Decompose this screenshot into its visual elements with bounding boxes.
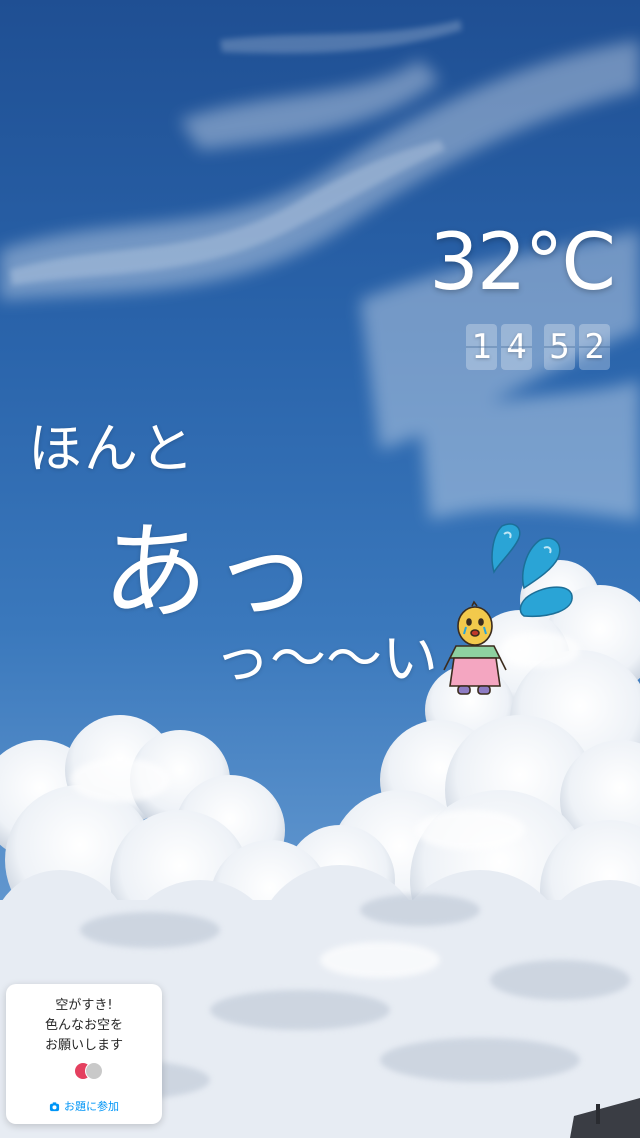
time-separator xyxy=(536,324,540,370)
question-line: お願いします xyxy=(44,1038,123,1053)
story-frame: 32°C 1 4 5 2 ほんと あっ っ〜〜い 空がすき! 色んなお空を お願… xyxy=(0,0,640,1138)
time-sticker: 1 4 5 2 xyxy=(466,324,610,370)
character-sticker xyxy=(443,523,573,695)
join-prompt-button[interactable]: お題に参加 xyxy=(6,1098,162,1114)
time-digit: 1 xyxy=(466,324,497,370)
time-digit: 5 xyxy=(544,324,575,370)
crying-character-icon xyxy=(443,600,507,695)
caption-line-3: っ〜〜い xyxy=(214,627,438,692)
question-line: 空がすき! xyxy=(55,998,113,1013)
avatar xyxy=(85,1062,103,1080)
time-digit: 4 xyxy=(501,324,532,370)
time-digit: 2 xyxy=(579,324,610,370)
temperature-sticker: 32°C xyxy=(429,218,616,308)
question-text: 空がすき! 色んなお空を お願いします xyxy=(6,996,162,1056)
camera-icon xyxy=(49,1101,60,1111)
sweat-drops-icon xyxy=(491,523,573,618)
caption-line-1: ほんと xyxy=(28,417,196,480)
join-prompt-label: お題に参加 xyxy=(64,1100,119,1113)
participant-avatars xyxy=(74,1062,106,1080)
question-line: 色んなお空を xyxy=(44,1018,123,1033)
question-sticker[interactable]: 空がすき! 色んなお空を お願いします お題に参加 xyxy=(6,984,162,1124)
